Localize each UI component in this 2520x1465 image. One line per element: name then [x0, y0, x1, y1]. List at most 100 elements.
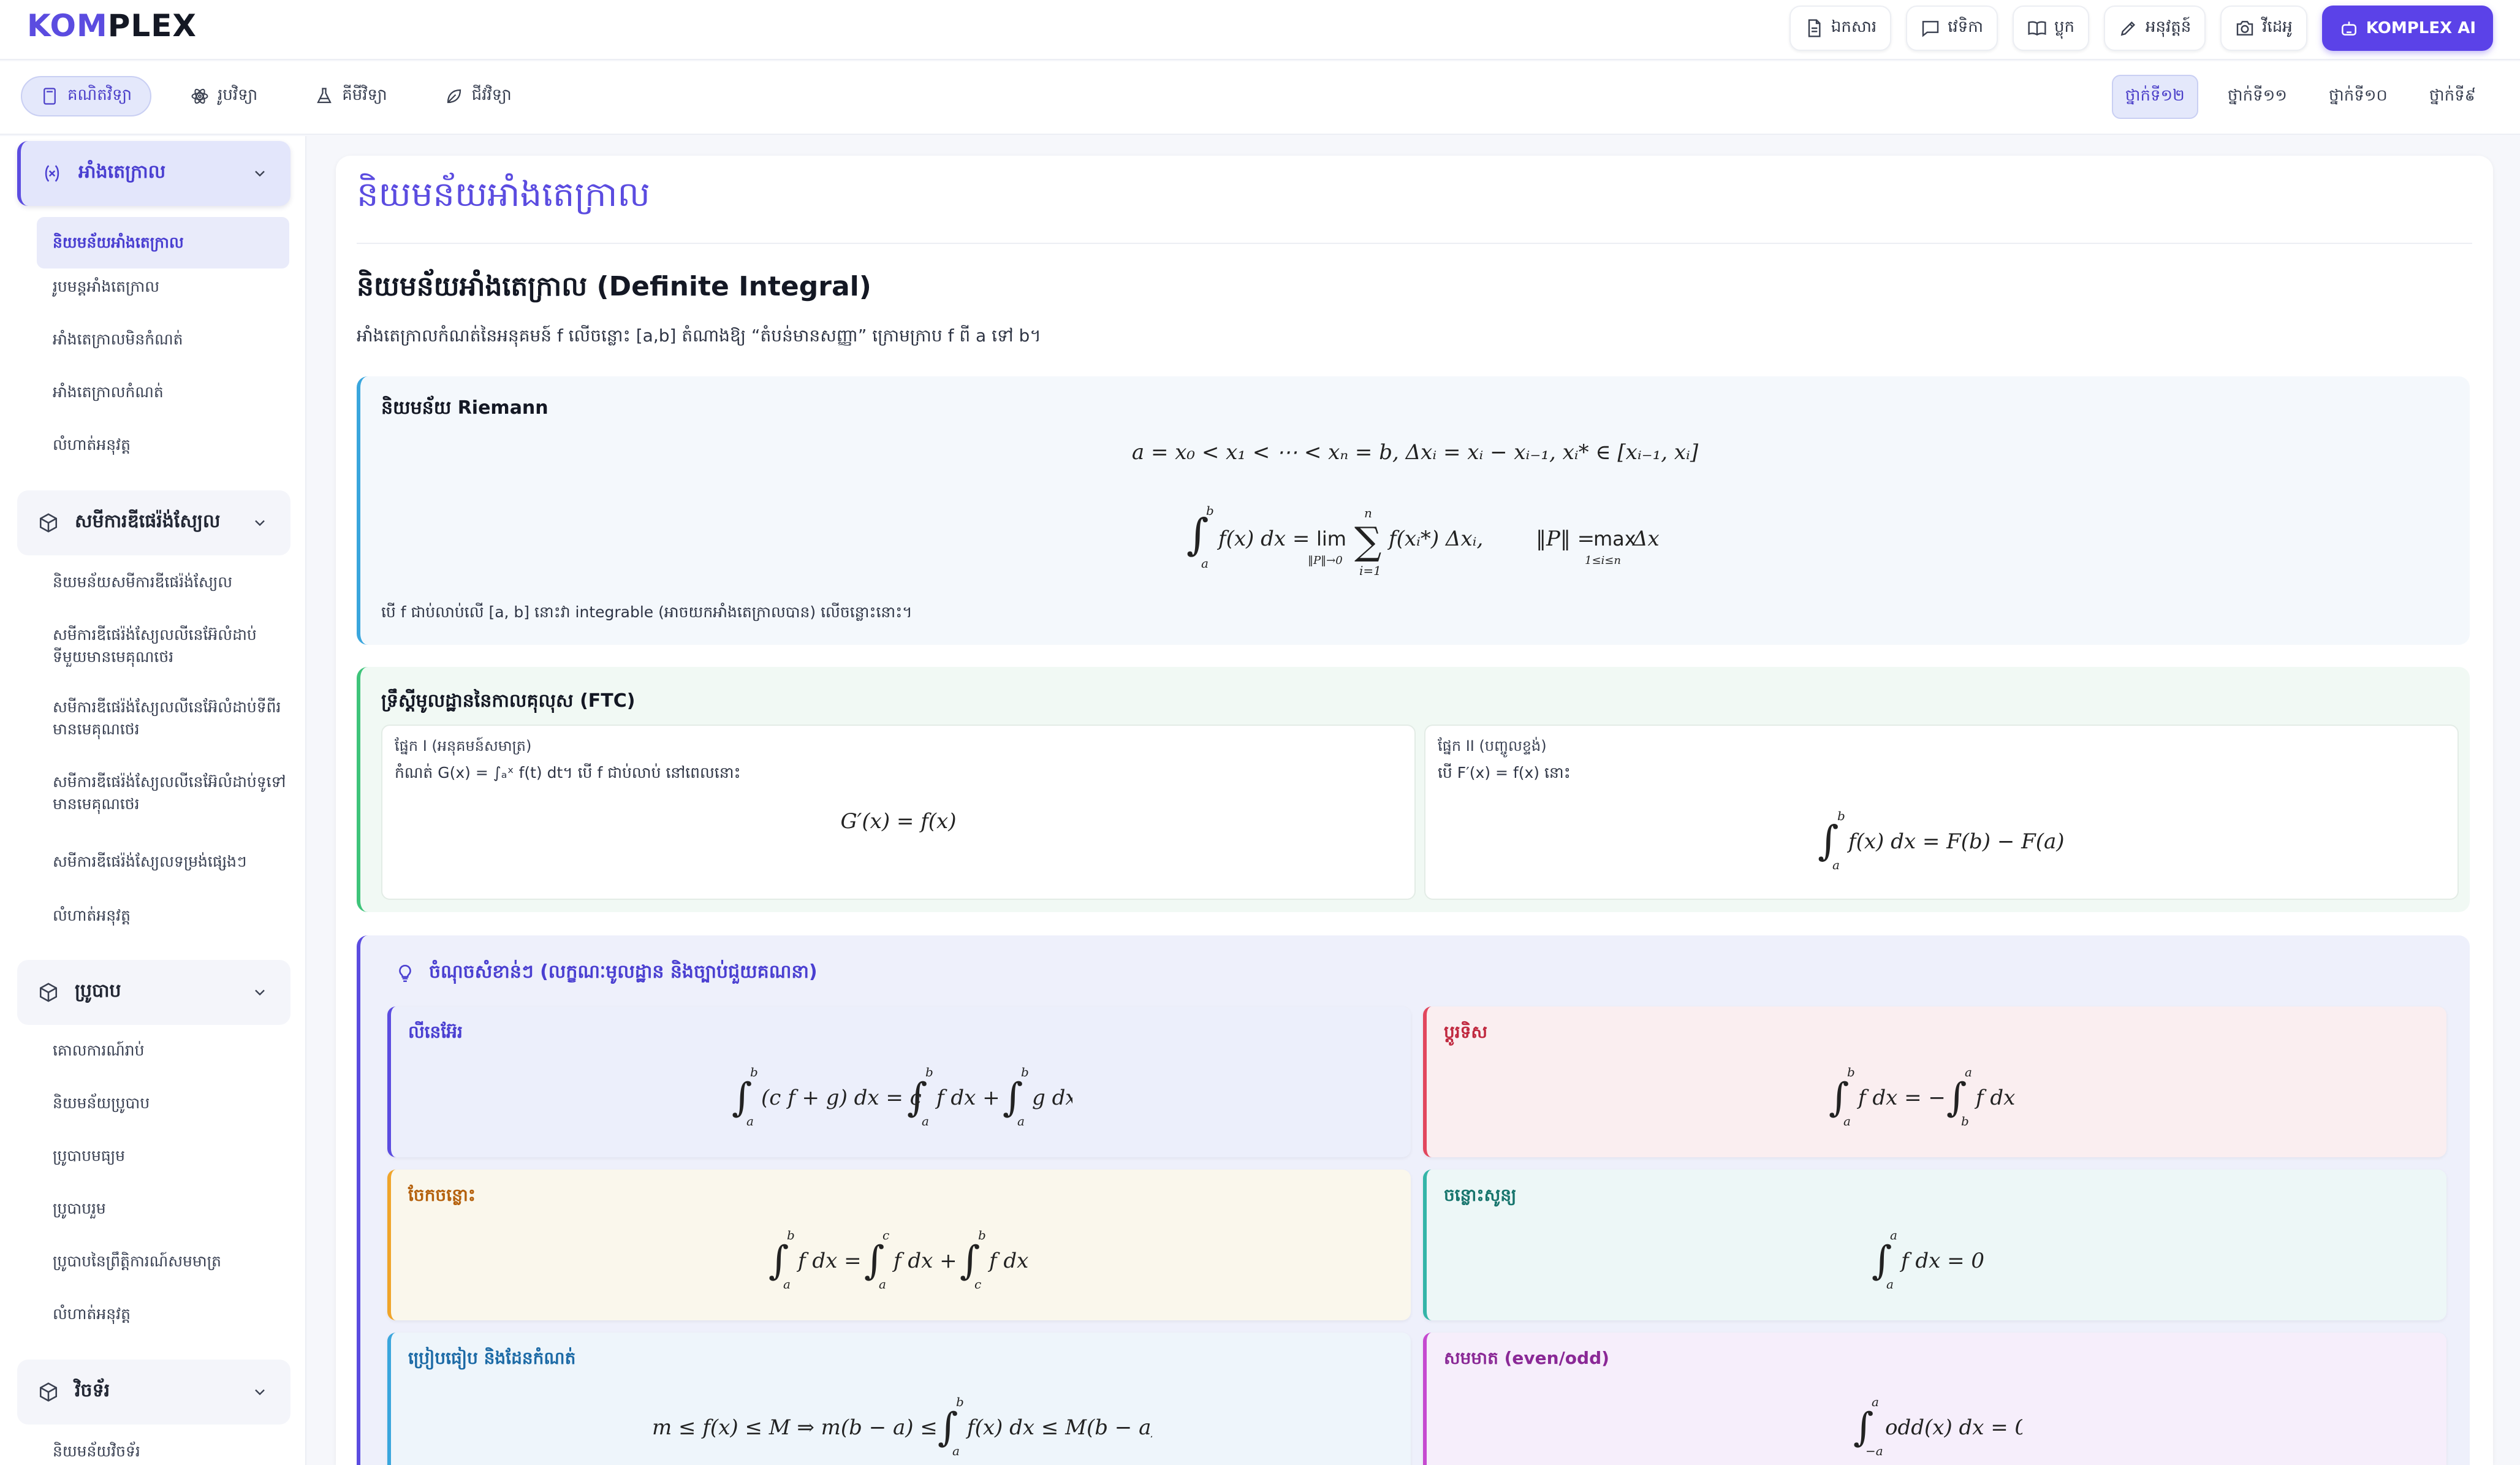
forum-button[interactable]: វេទិកា: [1906, 6, 1998, 51]
svg-text:a: a: [1843, 1114, 1851, 1128]
key-point-zero-interval: ចន្លោះសូន្យ ∫ a a f dx = 0: [1423, 1170, 2446, 1320]
key-point-linearity: លីនេអ៊ែរ ∫ b a (c f + g) dx = c ∫ b a f …: [387, 1006, 1411, 1157]
svg-text:−a: −a: [1865, 1444, 1883, 1458]
sidebar-item[interactable]: រូបមន្តអាំងតេក្រាល: [37, 276, 289, 298]
svg-text:f dx =: f dx =: [796, 1249, 862, 1273]
sidebar-item[interactable]: លំហាត់អនុវត្ត: [37, 1303, 289, 1325]
chevron-down-icon: [251, 514, 268, 531]
svg-text:f dx = −: f dx = −: [1856, 1086, 1946, 1110]
atom-icon: [191, 87, 209, 105]
svg-text:g dx: g dx: [1032, 1086, 1072, 1110]
video-button[interactable]: វីដេអូ: [2220, 6, 2307, 51]
sidebar-item[interactable]: ប្រូបាបរួម: [37, 1198, 289, 1220]
sidebar-item[interactable]: ប្រូបាបនៃព្រឹត្តិការណ៍សមមាត្រ: [37, 1250, 289, 1273]
svg-text:f(x) dx = F(b) − F(a): f(x) dx = F(b) − F(a): [1846, 829, 2065, 854]
ftc-part-1-equation: G′(x) = f(x): [840, 809, 957, 834]
document-icon: [1804, 18, 1824, 38]
chevron-down-icon: [251, 165, 268, 182]
practice-button[interactable]: អនុវត្តន៍: [2103, 6, 2206, 51]
tab-grade-10[interactable]: ថ្នាក់ទី១០: [2317, 75, 2400, 119]
svg-text:b: b: [787, 1228, 795, 1242]
key-point-comparison-bounds: ប្រៀបធៀប និងដែនកំណត់ m ≤ f(x) ≤ M ⇒ m(b …: [387, 1333, 1411, 1465]
ftc-part-2: ផ្នែក II (បញ្ចូលខ្ទង់) បើ F′(x) = f(x) ន…: [1424, 725, 2459, 900]
sidebar-item-integral-definition[interactable]: និយមន័យអាំងតេក្រាល: [37, 217, 289, 268]
ftc-part-2-text: បើ F′(x) = f(x) នោះ: [1438, 764, 1571, 782]
sidebar-item[interactable]: ប្រូបាបមធ្យម: [37, 1145, 289, 1167]
svg-text:a: a: [879, 1277, 886, 1292]
sidebar-item[interactable]: អាំងតេក្រាលកំណត់: [37, 381, 289, 403]
ftc-part-1-text: កំណត់ G(x) = ∫ₐˣ f(t) dt។ បើ f ជាប់លាប់ …: [395, 764, 741, 782]
blog-button[interactable]: ប្លុក: [2012, 6, 2089, 51]
top-bar: KOMPLEX ឯកសារ វេទិកា ប្លុក អនុវត្តន៍ វីដ…: [0, 0, 2520, 60]
variable-icon: [42, 163, 63, 184]
lightbulb-icon: [395, 963, 416, 984]
sidebar-section-integral[interactable]: អាំងតេក្រាល: [17, 141, 290, 206]
tab-chemistry[interactable]: គីមីវិទ្យា: [297, 76, 406, 116]
ftc-part-1: ផ្នែក I (អនុគមន៍សមាត្រ) កំណត់ G(x) = ∫ₐˣ…: [381, 725, 1416, 900]
calculator-icon: [40, 87, 59, 105]
ftc-card: ទ្រឹស្តីមូលដ្ឋាននៃកាលគុលុស (FTC) ផ្នែក I…: [357, 667, 2470, 912]
komplex-ai-button[interactable]: KOMPLEX AI: [2321, 6, 2493, 51]
sidebar-item[interactable]: សមីការឌីផេរ៉ង់ស្យែលលីនេអ៊ែលំដាប់ទីមួយមាន…: [37, 624, 289, 668]
book-icon: [2027, 18, 2047, 38]
tab-grade-9[interactable]: ថ្នាក់ទី៩: [2417, 75, 2488, 119]
sidebar-item[interactable]: លំហាត់អនុវត្ត: [37, 905, 289, 927]
cube-icon: [38, 1382, 59, 1402]
flask-icon: [315, 87, 333, 105]
svg-text:a: a: [1872, 1395, 1879, 1409]
svg-text:b: b: [956, 1395, 964, 1409]
cube-icon: [38, 512, 59, 533]
riemann-title: និយមន័យ Riemann: [381, 397, 548, 419]
tab-physics[interactable]: រូបវិទ្យា: [172, 76, 276, 116]
svg-text:∫: ∫: [1186, 509, 1209, 560]
sidebar-item[interactable]: និយមន័យវិចទ័រ: [37, 1440, 289, 1463]
sidebar-item[interactable]: អាំងតេក្រាលមិនកំណត់: [37, 329, 289, 351]
svg-text:n: n: [1364, 506, 1372, 520]
divider: [357, 243, 2472, 244]
logo[interactable]: KOMPLEX: [27, 7, 197, 44]
svg-text:f(xᵢ*) Δxᵢ,: f(xᵢ*) Δxᵢ,: [1387, 527, 1483, 551]
ftc-part-2-title: ផ្នែក II (បញ្ចូលខ្ទង់): [1438, 737, 1547, 755]
sidebar-item[interactable]: និយមន័យសមីការឌីផេរ៉ង់ស្យែល: [37, 571, 289, 593]
sidebar-item[interactable]: សមីការឌីផេរ៉ង់ស្យែលលីនេអ៊ែលំដាប់ទីពីរមាន…: [37, 696, 289, 740]
key-points-card: ចំណុចសំខាន់ៗ (លក្ខណៈមូលដ្ឋាន និងច្បាប់ជួ…: [357, 935, 2470, 1465]
svg-text:a: a: [952, 1444, 960, 1458]
svg-text:max: max: [1593, 527, 1636, 550]
svg-text:a: a: [783, 1277, 791, 1292]
camera-icon: [2235, 18, 2255, 38]
subject-tabs: គណិតវិទ្យា រូបវិទ្យា គីមីវិទ្យា ជីវវិទ្យ…: [21, 76, 530, 116]
svg-text:b: b: [1847, 1065, 1855, 1079]
sidebar-item[interactable]: សមីការឌីផេរ៉ង់ស្យែលលីនេអ៊ែលំដាប់ទូទៅមានម…: [37, 771, 289, 815]
svg-text:f dx +: f dx +: [935, 1086, 1000, 1110]
svg-text:f(x) dx =: f(x) dx =: [1216, 527, 1310, 551]
subject-bar: គណិតវិទ្យា រូបវិទ្យា គីមីវិទ្យា ជីវវិទ្យ…: [0, 61, 2520, 135]
pencil-icon: [2119, 18, 2138, 38]
page-title: និយមន័យអាំងតេក្រាល: [357, 175, 650, 215]
svg-text:f dx +: f dx +: [892, 1249, 957, 1273]
chevron-down-icon: [251, 1383, 268, 1401]
sidebar-section-differential-equations[interactable]: សមីការឌីផេរ៉ង់ស្យែល: [17, 490, 290, 555]
svg-text:lim: lim: [1316, 527, 1346, 550]
sidebar: អាំងតេក្រាល និយមន័យអាំងតេក្រាល រូបមន្តអា…: [0, 136, 306, 1465]
documents-button[interactable]: ឯកសារ: [1789, 6, 1892, 51]
svg-text:1≤i≤n: 1≤i≤n: [1585, 554, 1621, 567]
sidebar-item[interactable]: និយមន័យប្រូបាប: [37, 1092, 289, 1114]
svg-text:f dx = 0: f dx = 0: [1899, 1249, 1984, 1273]
tab-biology[interactable]: ជីវវិទ្យា: [426, 76, 530, 116]
svg-text:m ≤ f(x) ≤ M ⇒ m(b − a) ≤: m ≤ f(x) ≤ M ⇒ m(b − a) ≤: [652, 1415, 938, 1440]
tab-grade-12[interactable]: ថ្នាក់ទី១២: [2111, 75, 2198, 119]
sidebar-item[interactable]: គោលការណ៍រាប់: [37, 1040, 289, 1062]
top-actions: ឯកសារ វេទិកា ប្លុក អនុវត្តន៍ វីដេអូ KOMP…: [1789, 5, 2493, 51]
sidebar-section-vectors[interactable]: វិចទ័រ: [17, 1360, 290, 1425]
sidebar-item[interactable]: លំហាត់អនុវត្ត: [37, 434, 289, 456]
sidebar-section-probability[interactable]: ប្រូបាប: [17, 960, 290, 1025]
svg-text:f(x) dx ≤ M(b − a): f(x) dx ≤ M(b − a): [965, 1415, 1152, 1440]
svg-text:f dx: f dx: [1974, 1086, 2015, 1110]
svg-text:b: b: [1021, 1065, 1029, 1079]
tab-grade-11[interactable]: ថ្នាក់ទី១១: [2215, 75, 2299, 119]
section-heading: និយមន័យអាំងតេក្រាល (Definite Integral): [357, 271, 871, 302]
main-content: និយមន័យអាំងតេក្រាល និយមន័យអាំងតេក្រាល (D…: [336, 156, 2493, 1465]
sidebar-item[interactable]: សមីការឌីផេរ៉ង់ស្យែលទម្រង់ផ្សេងៗ: [37, 851, 289, 873]
svg-text:(c f + g) dx = c: (c f + g) dx = c: [761, 1086, 922, 1110]
tab-math[interactable]: គណិតវិទ្យា: [21, 76, 152, 116]
